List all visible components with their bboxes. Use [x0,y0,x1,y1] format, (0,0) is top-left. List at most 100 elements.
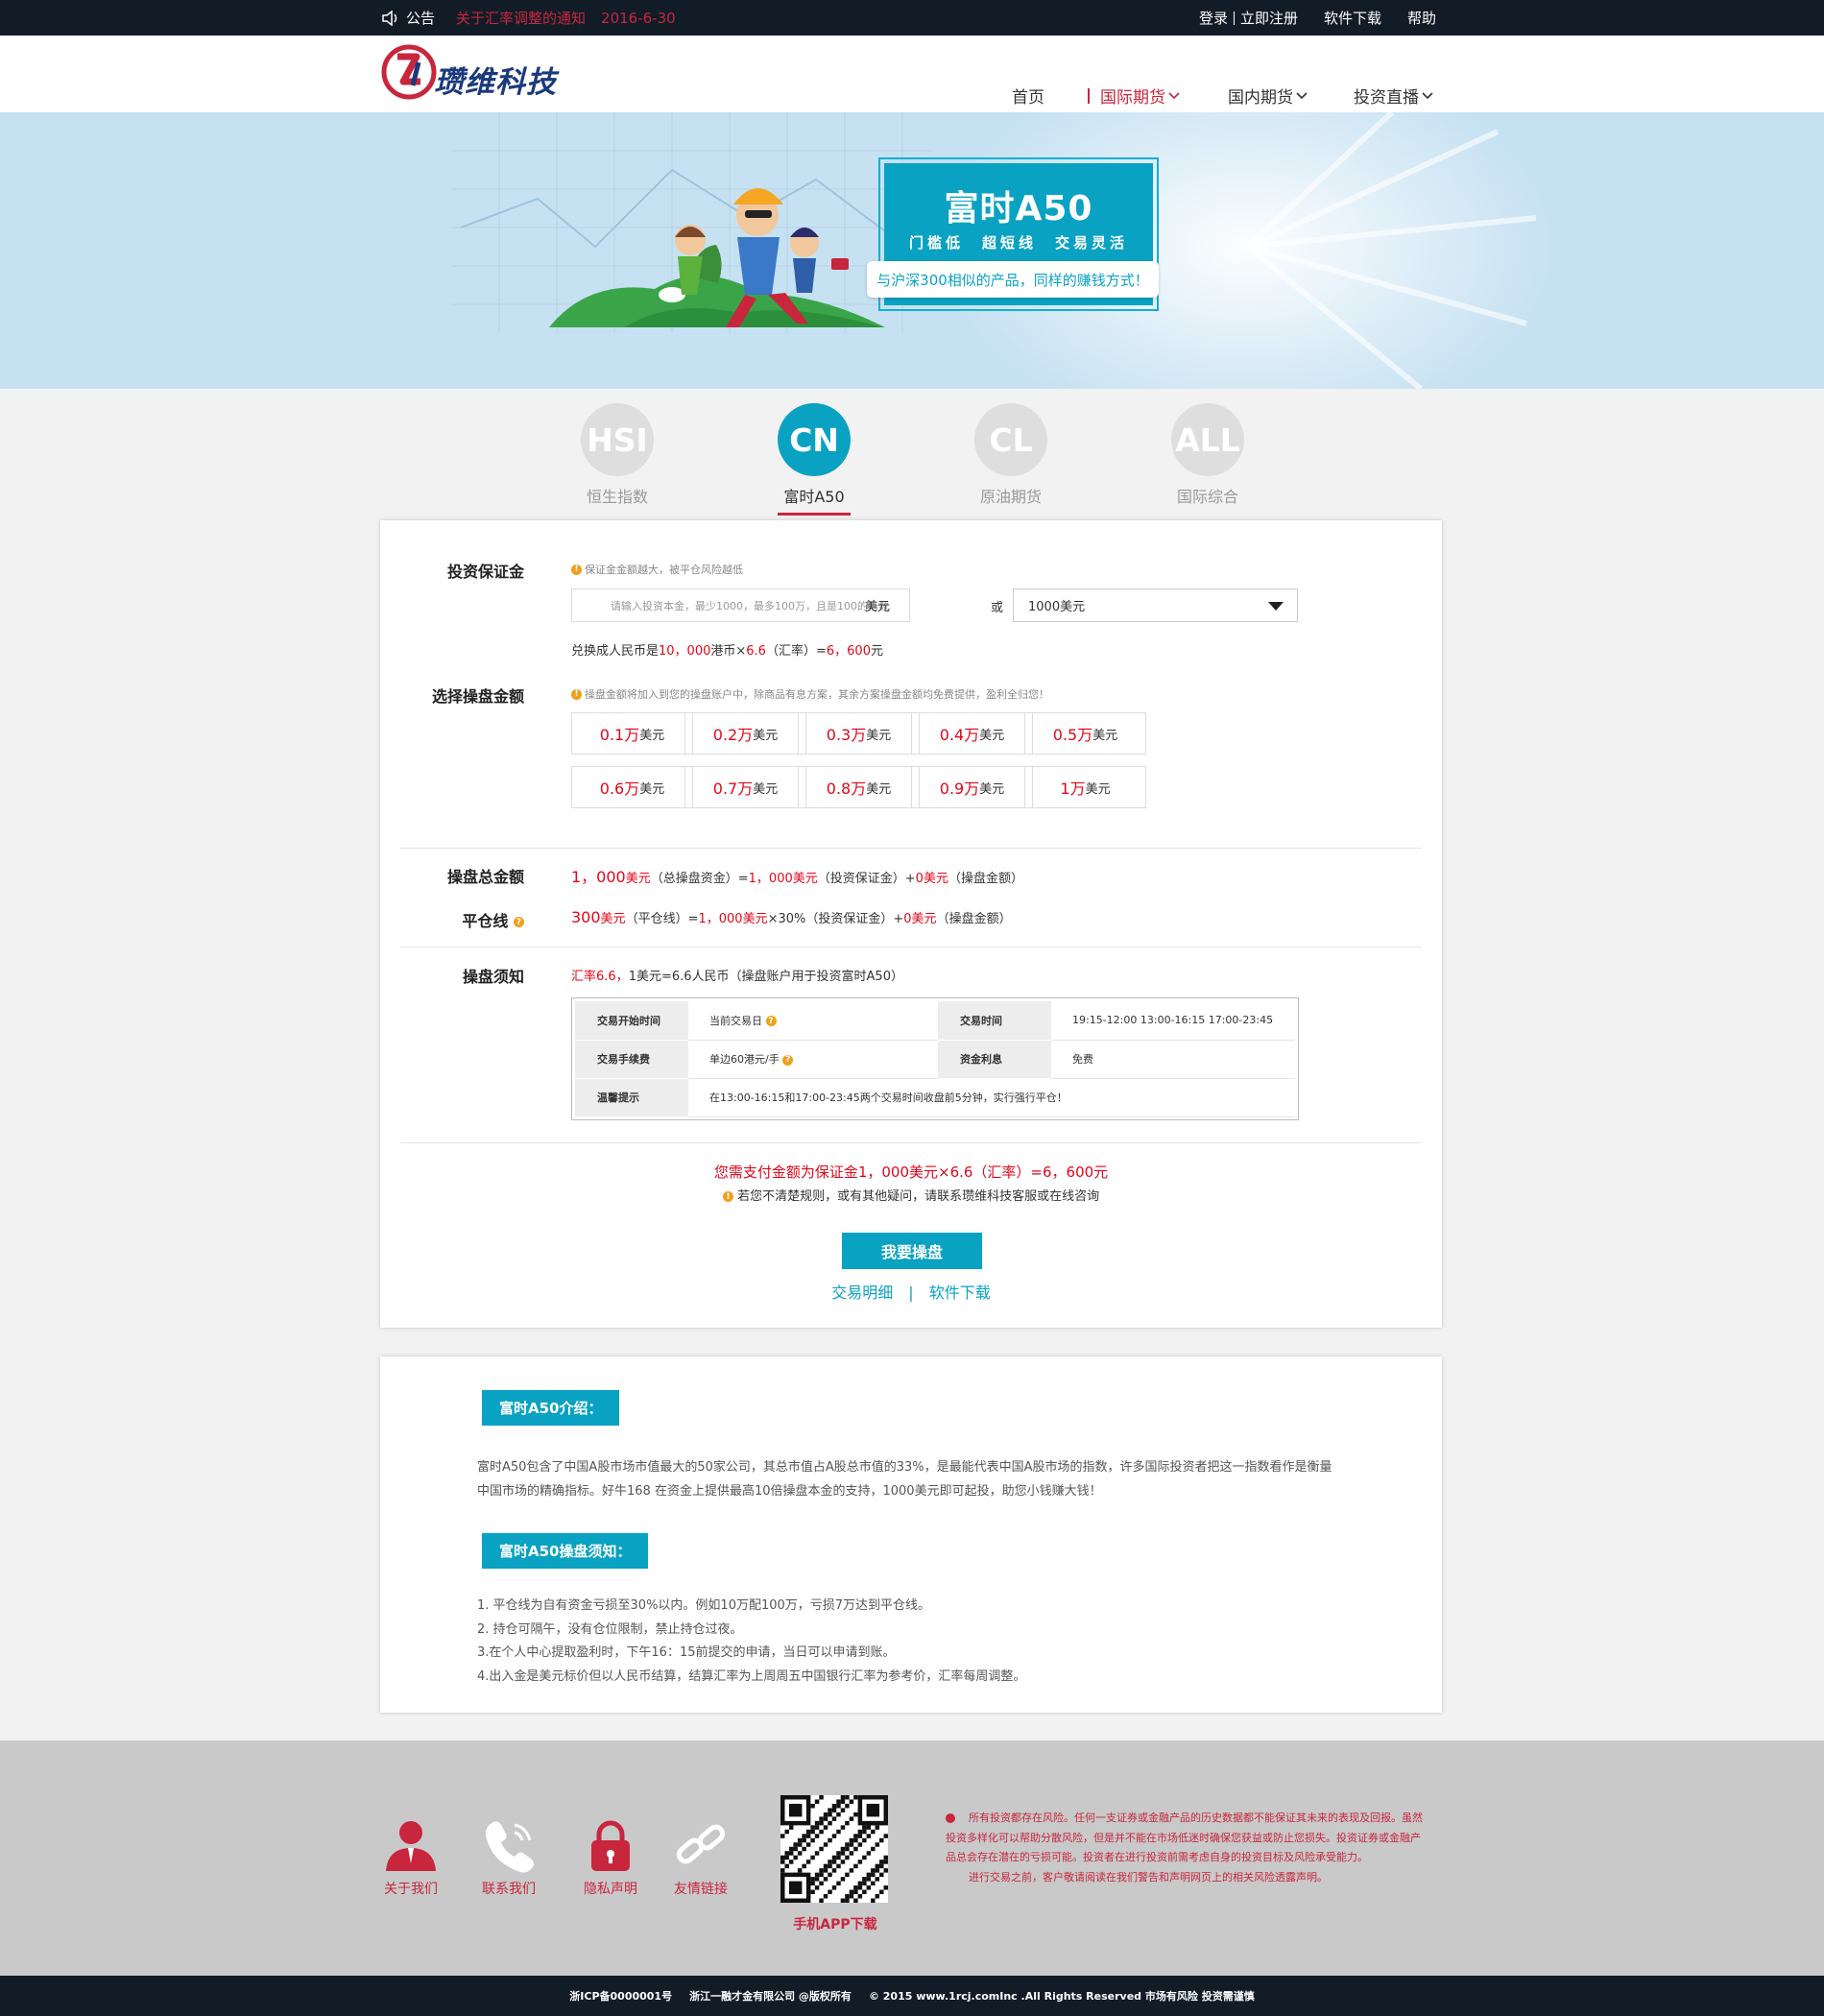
tab-cn[interactable]: CN 富时A50 [756,403,872,516]
amount-option[interactable]: 1万 美元 [1024,766,1146,808]
formula-text: （投资保证金）+ [817,872,916,886]
logo[interactable]: 瓒维科技 [380,43,557,101]
question-icon[interactable]: ? [765,1016,777,1027]
amount-unit: 美元 [866,728,892,743]
nav-domestic-futures[interactable]: 国内期货 [1228,84,1308,108]
billboard-panel: 富时A50 门槛低 超短线 交易灵活 与沪深300相似的产品，同样的赚钱方式！ [867,163,1159,305]
amount-number: 1万 [1060,780,1086,798]
intro-tag: 富时A50介绍： [482,1390,620,1426]
payment-summary: 您需支付金额为保证金1，000美元×6.6（汇率）=6，600元 [713,1164,1109,1181]
app-qr-code [780,1795,888,1903]
bullet-icon [946,1813,955,1823]
amount-number: 0.3万 [826,726,867,744]
friend-links-link[interactable]: 友情链接 [662,1817,739,1898]
amount-option[interactable]: 0.4万 美元 [911,712,1033,755]
nav-label: 国内期货 [1228,88,1293,108]
close-label-text: 平仓线 [462,912,509,930]
help-text: 若您不清楚规则，或有其他疑问，请联系瓒维科技客服或在线咨询 [737,1189,1100,1204]
contact-us-link[interactable]: 联系我们 [470,1817,547,1898]
question-icon[interactable]: ? [514,917,524,927]
privacy-link[interactable]: 隐私声明 [572,1817,649,1898]
tip-text: 操盘金额将加入到您的操盘账户中，除商品有息方案，其余方案操盘金额均免费提供，盈利… [585,688,1049,701]
convert-unit: 元 [870,644,883,659]
trade-detail-link[interactable]: 交易明细 [831,1284,893,1302]
total-value: 1，000 [571,868,626,886]
table-cell: 免费 [1051,1040,1295,1079]
notice-title-link[interactable]: 关于汇率调整的通知 [456,8,586,28]
formula-text: ×30%（投资保证金）+ [767,912,904,926]
login-link[interactable]: 登录 [1199,8,1228,28]
footer-label: 友情链接 [674,1882,728,1897]
tab-label: 国际综合 [1176,488,1238,506]
risk-disclaimer: 所有投资都存在风险。任何一支证券或金融产品的历史数据都不能保证其未来的表现及回报… [946,1809,1428,1887]
info-icon: ! [571,564,582,575]
amount-number: 0.6万 [599,780,640,798]
amount-number: 0.1万 [599,726,640,744]
tab-circle: ALL [1171,403,1244,476]
amount-number: 0.9万 [939,780,980,798]
start-trading-button[interactable]: 我要操盘 [842,1233,982,1269]
amount-option[interactable]: 0.3万 美元 [798,712,920,755]
info-icon: ! [722,1191,733,1202]
divider [1233,11,1235,25]
table-cell: 19:15-12:00 13:00-16:15 17:00-23:45 [1051,1001,1295,1041]
banner-subtitle: 与沪深300相似的产品，同样的赚钱方式！ [867,261,1159,298]
close-formula: 300美元（平仓线）=1，000美元×30%（投资保证金）+0美元（操盘金额） [571,908,1012,926]
amount-number: 0.7万 [712,780,754,798]
input-unit: 美元 [864,600,890,614]
intro-paragraph: 富时A50包含了中国A股市场市值最大的50家公司，其总市值占A股总市值的33%，… [477,1460,1332,1499]
active-marker [1088,87,1090,104]
amount-value: 0 [915,872,924,886]
rules-tag: 富时A50操盘须知： [482,1533,649,1569]
table-header: 资金利息 [938,1040,1051,1079]
or-label: 或 [991,601,1004,615]
nav-intl-futures[interactable]: 国际期货 [1088,84,1180,108]
header: 瓒维科技 首页 国际期货 国内期货 投资直播 [0,36,1824,112]
product-billboard: 富时A50 门槛低 超短线 交易灵活 与沪深300相似的产品，同样的赚钱方式！ [867,157,1159,311]
footer-label: 关于我们 [384,1882,438,1897]
amount-option[interactable]: 0.9万 美元 [911,766,1033,808]
amount-option[interactable]: 0.5万 美元 [1024,712,1146,755]
question-icon[interactable]: ? [782,1054,794,1066]
trade-info-table: 交易开始时间 当前交易日 ? 交易时间 19:15-12:00 13:00-16… [571,997,1299,1120]
table-cell: 单边60港元/手 ? [688,1040,938,1079]
amount-unit: 美元 [1092,728,1118,743]
download-link[interactable]: 软件下载 [1324,8,1381,28]
nav-home[interactable]: 首页 [1012,84,1044,108]
rules-list: 1. 平仓线为自有资金亏损至30%以内。例如10万配100万，亏损7万达到平仓线… [477,1595,1341,1689]
amount-option[interactable]: 0.6万 美元 [571,766,693,808]
unit: 美元 [625,872,651,886]
margin-input[interactable]: 请输入投资本金，最少1000，最多100万，且是100的倍数 美元 [571,588,910,622]
top-links: 登录 立即注册 软件下载 帮助 [1199,0,1436,36]
person-icon [386,1821,436,1871]
intro-card: 富时A50介绍： 富时A50包含了中国A股市场市值最大的50家公司，其总市值占A… [380,1356,1442,1713]
table-header: 交易时间 [938,1001,1051,1041]
tab-hsi[interactable]: HSI 恒生指数 [560,403,675,507]
banner-title: 富时A50 [944,189,1093,228]
amount-option[interactable]: 0.8万 美元 [798,766,920,808]
convert-rate: 6.6 [746,644,766,659]
about-us-link[interactable]: 关于我们 [372,1817,449,1898]
tab-all[interactable]: ALL 国际综合 [1150,403,1265,507]
unit: 美元 [792,872,818,886]
amount-option[interactable]: 0.2万 美元 [684,712,806,755]
margin-select[interactable]: 1000美元 [1013,588,1298,622]
amount-option[interactable]: 0.1万 美元 [571,712,693,755]
rule-item: 3.在个人中心提取盈利时，下午16：15前提交的申请，当日可以申请到账。 [477,1645,896,1660]
amount-option[interactable]: 0.7万 美元 [684,766,806,808]
amount-number: 0.4万 [939,726,980,744]
margin-value: 1，000 [698,912,743,926]
rule-item: 1. 平仓线为自有资金亏损至30%以内。例如10万配100万，亏损7万达到平仓线… [477,1598,931,1613]
logo-icon [381,44,437,100]
tab-cl[interactable]: CL 原油期货 [953,403,1068,507]
nav-live[interactable]: 投资直播 [1354,84,1433,108]
risk-paragraph: 进行交易之前，客户敬请阅读在我们警告和声明网页上的相关风险透露声明。 [969,1870,1328,1884]
total-label: 操盘总金额 [446,868,524,886]
software-download-link[interactable]: 软件下载 [929,1284,991,1302]
footer-label: 隐私声明 [584,1882,637,1897]
amount-unit: 美元 [639,781,665,797]
register-link[interactable]: 立即注册 [1240,8,1298,28]
help-link[interactable]: 帮助 [1407,8,1436,28]
close-value: 300 [571,908,601,926]
footer: 关于我们 联系我们 隐私声明 友情链接 手机APP下载 所有投资都存在风险。任何… [0,1740,1824,1976]
